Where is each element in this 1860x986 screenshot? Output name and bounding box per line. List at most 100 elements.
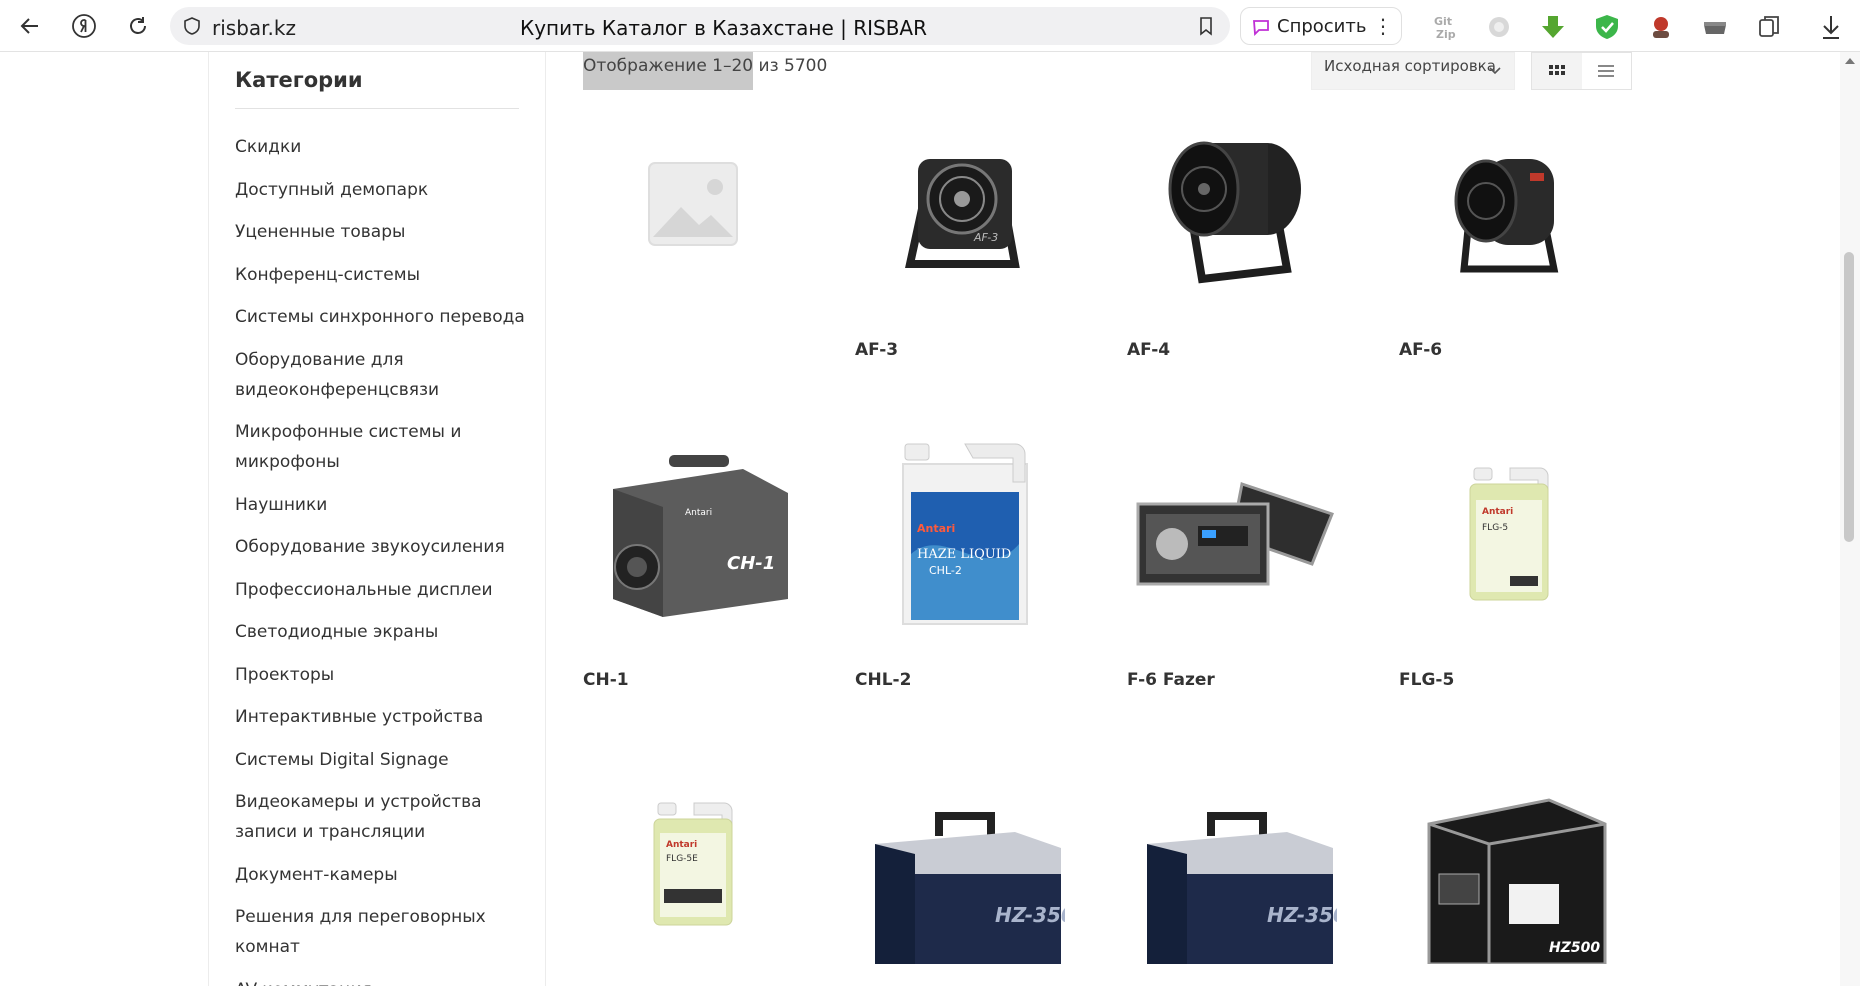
product-image[interactable]: AF-3: [855, 104, 1075, 304]
hz-machine-icon: HZ-350: [1147, 812, 1337, 964]
grid-view-button[interactable]: [1532, 53, 1582, 89]
gitzip-extension-icon[interactable]: Git Zip: [1428, 10, 1462, 44]
product-name[interactable]: FLG-5: [1399, 670, 1454, 690]
sidebar-category-item[interactable]: Системы Digital Signage: [235, 745, 535, 775]
product-image[interactable]: [1399, 104, 1619, 304]
back-button[interactable]: [14, 10, 46, 42]
ch1-label: CH-1: [727, 553, 775, 574]
product-image[interactable]: CH-1 Antari: [583, 434, 803, 634]
fluid-canister-icon: Antari FLG-5E: [653, 802, 733, 926]
sidebar-divider: [235, 108, 519, 109]
sidebar-category-item[interactable]: Решения для переговорных комнат: [235, 902, 535, 962]
grid-icon: [1548, 65, 1565, 75]
sidebar-category-item[interactable]: Профессиональные дисплеи: [235, 575, 535, 605]
product-name[interactable]: AF-4: [1127, 340, 1170, 360]
category-list: Скидки Доступный демопарк Уцененные товары…: [235, 132, 535, 986]
copy-extension-icon[interactable]: [1752, 10, 1786, 44]
sidebar-category-item[interactable]: Скидки: [235, 132, 535, 162]
flg5e-label: FLG-5E: [666, 854, 698, 864]
scrollbar-thumb[interactable]: [1844, 252, 1854, 542]
road-case-label: HZ500: [1549, 940, 1600, 956]
more-icon[interactable]: ⋮: [1373, 14, 1393, 39]
product-name[interactable]: AF-6: [1399, 340, 1442, 360]
sort-dropdown[interactable]: Исходная сортировка: [1311, 52, 1515, 90]
list-view-button[interactable]: [1582, 53, 1632, 89]
hz-label: HZ-350: [995, 903, 1065, 927]
product-name[interactable]: CHL-2: [855, 670, 911, 690]
sidebar-category-item[interactable]: Уцененные товары: [235, 217, 535, 247]
arrow-left-icon: [20, 18, 38, 34]
placeholder-icon: [648, 162, 738, 246]
page-title: Купить Каталог в Казахстане | RISBAR: [520, 16, 928, 40]
product-image[interactable]: HZ500: [1399, 764, 1619, 964]
tray-extension-icon[interactable]: [1698, 10, 1732, 44]
sidebar-category-item[interactable]: AV-коммутация: [235, 975, 535, 986]
sidebar-category-item[interactable]: Оборудование для видеоконференцсвязи: [235, 345, 535, 405]
sidebar-heading: Категории: [235, 68, 363, 92]
fluid-canister-icon: Antari FLG-5: [1469, 467, 1549, 601]
download-extension-icon[interactable]: [1536, 10, 1570, 44]
hazer-machine-icon: CH-1 Antari: [613, 455, 788, 617]
sidebar-category-item[interactable]: Системы синхронного перевода: [235, 302, 535, 332]
sidebar-category-item[interactable]: Доступный демопарк: [235, 175, 535, 205]
chl2-line1: HAZE LIQUID: [917, 547, 1011, 562]
adguard-icon[interactable]: [1590, 10, 1624, 44]
small-fan-icon: AF-3: [905, 159, 1020, 268]
product-name[interactable]: F-6 Fazer: [1127, 670, 1215, 690]
product-image[interactable]: Antari HAZE LIQUID CHL-2: [855, 434, 1075, 634]
product-name[interactable]: CH-1: [583, 670, 629, 690]
reload-icon: [130, 17, 146, 34]
result-count: Отображение 1–20 из 5700: [583, 52, 827, 90]
sidebar-category-item[interactable]: Проекторы: [235, 660, 535, 690]
extension-puzzle-icon[interactable]: [1482, 10, 1516, 44]
avatar-extension-icon[interactable]: [1644, 10, 1678, 44]
haze-liquid-canister-icon: Antari HAZE LIQUID CHL-2: [902, 443, 1028, 625]
brand-label: Antari: [685, 508, 712, 518]
list-icon: [1598, 65, 1615, 77]
address-bar[interactable]: risbar.kz Купить Каталог в Казахстане | …: [170, 7, 1230, 45]
product-image[interactable]: Antari FLG-5E: [583, 764, 803, 964]
downloads-icon[interactable]: [1814, 10, 1848, 44]
svg-text:AF-3: AF-3: [973, 231, 998, 244]
drum-fan-icon: [1168, 141, 1301, 284]
yandex-home-button[interactable]: [68, 10, 100, 42]
sort-selected-value: Исходная сортировка: [1324, 57, 1496, 75]
yandex-logo-icon: [72, 14, 96, 38]
product-image[interactable]: [1127, 104, 1347, 304]
chevron-down-icon: [1489, 67, 1501, 75]
product-image[interactable]: [1127, 434, 1347, 634]
product-image[interactable]: HZ-350: [1127, 764, 1347, 964]
page-content: Категории Скидки Доступный демопарк Уценен…: [0, 52, 1860, 986]
sidebar-category-item[interactable]: Документ-камеры: [235, 860, 535, 890]
product-image[interactable]: [583, 104, 803, 304]
product-name[interactable]: AF-3: [855, 340, 898, 360]
sidebar-category-item[interactable]: Видеокамеры и устройства записи и трансл…: [235, 787, 535, 847]
chl2-line2: CHL-2: [929, 564, 962, 577]
category-sidebar: Категории Скидки Доступный демопарк Уценен…: [208, 52, 546, 986]
product-catalog: Отображение 1–20 из 5700 Исходная сортир…: [546, 52, 1860, 986]
browser-toolbar: risbar.kz Купить Каталог в Казахстане | …: [0, 0, 1860, 52]
scroll-up-arrow-icon[interactable]: [1844, 56, 1856, 66]
bookmark-icon[interactable]: [1196, 16, 1216, 36]
svg-text:Git: Git: [1434, 15, 1452, 28]
brand-label: Antari: [1482, 507, 1513, 517]
sidebar-category-item[interactable]: Наушники: [235, 490, 535, 520]
product-image[interactable]: HZ-350: [855, 764, 1075, 964]
hz-label: HZ-350: [1267, 903, 1337, 927]
reload-button[interactable]: [122, 10, 154, 42]
sidebar-category-item[interactable]: Интерактивные устройства: [235, 702, 535, 732]
page-scrollbar[interactable]: [1840, 52, 1860, 986]
shield-icon[interactable]: [182, 16, 202, 36]
sidebar-category-item[interactable]: Светодиодные экраны: [235, 617, 535, 647]
flightcase-fazer-icon: [1136, 482, 1334, 586]
drum-fan-icon: [1454, 159, 1559, 273]
sidebar-category-item[interactable]: Микрофонные системы и микрофоны: [235, 417, 535, 477]
sidebar-category-item[interactable]: Оборудование звукоусиления: [235, 532, 535, 562]
ask-label: Спросить: [1277, 16, 1367, 37]
view-toggle: [1531, 52, 1632, 90]
ai-chat-icon: [1253, 20, 1269, 37]
product-image[interactable]: Antari FLG-5: [1399, 434, 1619, 634]
hz-machine-icon: HZ-350: [875, 812, 1065, 964]
ask-button[interactable]: Спросить ⋮: [1240, 7, 1402, 45]
sidebar-category-item[interactable]: Конференц-системы: [235, 260, 535, 290]
